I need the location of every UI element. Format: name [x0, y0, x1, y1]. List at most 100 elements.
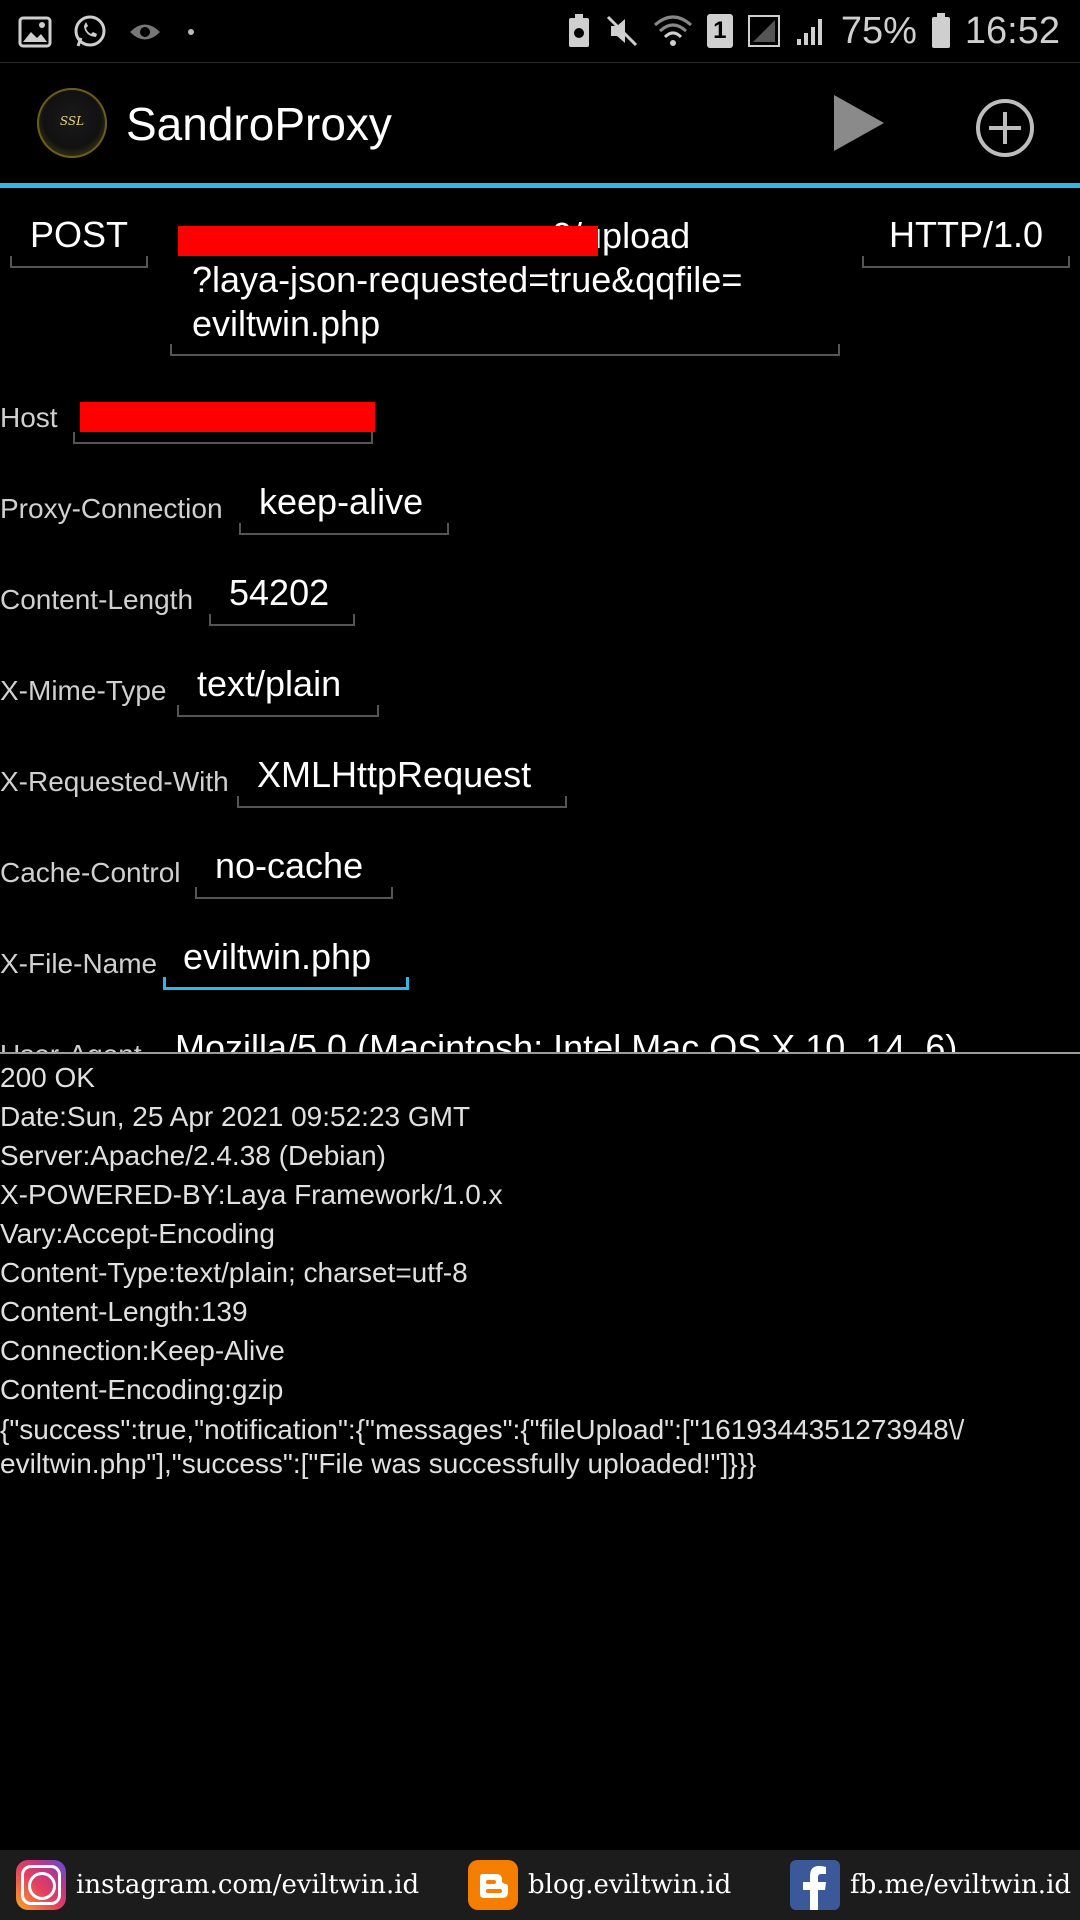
response-header-line: Content-Type:text/plain; charset=utf-8 [0, 1257, 468, 1288]
request-protocol-field[interactable]: HTTP/1.0 [862, 210, 1070, 268]
header-row-x-file-name: X-File-Name eviltwin.php [0, 928, 1080, 990]
field-underline [10, 256, 148, 268]
host-redaction [80, 402, 375, 432]
footer-bar: instagram.com/eviltwin.id blog.eviltwin.… [0, 1850, 1080, 1920]
app-bar-accent-line [0, 183, 1080, 188]
header-name: User-Agent [0, 1039, 142, 1052]
header-name: X-Requested-With [0, 766, 229, 797]
footer-instagram: instagram.com/eviltwin.id [16, 1860, 419, 1910]
header-row-proxy-connection: Proxy-Connection keep-alive [0, 473, 1080, 535]
field-underline [862, 256, 1070, 268]
header-row-user-agent: User-Agent Mozilla/5.0 (Macintosh; Intel… [0, 1019, 1080, 1052]
url-line-3: eviltwin.php [192, 303, 381, 344]
footer-blog: blog.eviltwin.id [468, 1860, 731, 1910]
battery-saver-icon [568, 14, 589, 47]
wifi-icon [653, 15, 692, 46]
field-underline [195, 887, 393, 899]
header-name: X-File-Name [0, 948, 158, 979]
field-underline [239, 523, 449, 535]
header-value-field[interactable] [73, 386, 375, 444]
response-body: {"success":true,"notification":{"message… [0, 1414, 965, 1479]
battery-percent: 75% [840, 9, 917, 52]
header-value: eviltwin.php [183, 936, 372, 977]
app-bar: SSL SandroProxy [0, 63, 1080, 183]
response-status: 200 OK [0, 1062, 95, 1093]
header-value: text/plain [197, 663, 342, 704]
header-value: 54202 [229, 572, 330, 613]
header-value-field[interactable]: text/plain [177, 659, 379, 717]
gallery-icon [18, 16, 52, 48]
field-underline [177, 705, 379, 717]
header-row-cache-control: Cache-Control no-cache [0, 837, 1080, 899]
signal-icon [747, 15, 780, 47]
request-url-text: 0/upload ?laya-json-requested=true&qqfil… [178, 214, 832, 346]
response-header-line: Server:Apache/2.4.38 (Debian) [0, 1140, 386, 1171]
status-bar: 1 75% 16:52 [0, 0, 1080, 63]
header-name: Content-Length [0, 584, 194, 615]
response-header-line: Content-Encoding:gzip [0, 1374, 284, 1405]
add-circle-icon [976, 99, 1034, 157]
request-method-field[interactable]: POST [10, 210, 148, 268]
response-header-line: Vary:Accept-Encoding [0, 1218, 275, 1249]
request-protocol: HTTP/1.0 [888, 214, 1044, 255]
header-row-x-requested-with: X-Requested-With XMLHttpRequest [0, 746, 1080, 808]
system-icons: 1 75% 16:52 [567, 8, 1060, 54]
dot-icon [188, 29, 194, 35]
response-header-line: Date:Sun, 25 Apr 2021 09:52:23 GMT [0, 1101, 471, 1132]
play-button[interactable] [826, 91, 890, 155]
footer-facebook: fb.me/eviltwin.id [790, 1860, 1071, 1910]
header-name: Cache-Control [0, 857, 181, 888]
header-name: Proxy-Connection [0, 493, 223, 524]
sim-icon: 1 [706, 14, 733, 48]
sim-slot-number: 1 [713, 17, 727, 44]
header-value-field[interactable]: Mozilla/5.0 (Macintosh; Intel Mac OS X 1… [155, 1023, 1035, 1052]
header-row-content-length: Content-Length 54202 [0, 564, 1080, 626]
field-underline [209, 614, 355, 626]
whatsapp-icon [74, 15, 106, 47]
play-icon [834, 95, 884, 151]
clock: 16:52 [964, 9, 1060, 52]
header-value: Mozilla/5.0 (Macintosh; Intel Mac OS X 1… [175, 1027, 958, 1052]
header-name: X-Mime-Type [0, 675, 167, 706]
add-button[interactable] [974, 97, 1036, 159]
response-header-line: X-POWERED-BY:Laya Framework/1.0.x [0, 1179, 503, 1210]
request-headers-list[interactable]: Host Proxy-Connection keep-alive Content… [0, 360, 1080, 1052]
header-row-x-mime-type: X-Mime-Type text/plain [0, 655, 1080, 717]
request-method: POST [29, 214, 128, 255]
app-logo-icon[interactable]: SSL [37, 88, 107, 158]
header-value: no-cache [215, 845, 364, 886]
footer-facebook-label: fb.me/eviltwin.id [850, 1870, 1072, 1900]
response-pane[interactable]: 200 OK Date:Sun, 25 Apr 2021 09:52:23 GM… [0, 1058, 1080, 1481]
signal-icon [796, 19, 822, 45]
response-header-line: Content-Length:139 [0, 1296, 248, 1327]
header-value: keep-alive [259, 481, 424, 522]
response-header-line: Connection:Keep-Alive [0, 1335, 285, 1366]
header-value-field-focused[interactable]: eviltwin.php [163, 932, 409, 990]
header-value-field[interactable]: no-cache [195, 841, 393, 899]
mute-icon [606, 15, 637, 47]
app-logo-text: SSL [59, 114, 85, 128]
footer-instagram-label: instagram.com/eviltwin.id [76, 1870, 420, 1900]
header-value-field[interactable]: keep-alive [239, 477, 449, 535]
footer-blog-label: blog.eviltwin.id [528, 1870, 732, 1900]
field-underline [170, 344, 840, 356]
header-value-field[interactable]: XMLHttpRequest [237, 750, 567, 808]
eye-icon [130, 24, 160, 40]
url-line-2: ?laya-json-requested=true&qqfile= [192, 259, 743, 300]
pane-divider[interactable] [0, 1052, 1080, 1054]
instagram-icon [16, 1860, 66, 1910]
request-url-field[interactable]: 0/upload ?laya-json-requested=true&qqfil… [170, 210, 840, 356]
url-redaction [178, 226, 598, 256]
header-value: XMLHttpRequest [257, 754, 532, 795]
blogger-icon [468, 1860, 518, 1910]
field-underline [237, 796, 567, 808]
battery-icon [931, 13, 950, 48]
field-underline [163, 977, 409, 990]
facebook-icon [790, 1860, 840, 1910]
header-value-field[interactable]: 54202 [209, 568, 355, 626]
field-underline [73, 432, 373, 444]
header-name: Host [0, 402, 58, 433]
notification-icons [18, 14, 194, 50]
app-title: SandroProxy [126, 98, 392, 150]
header-row-host: Host [0, 382, 1080, 444]
